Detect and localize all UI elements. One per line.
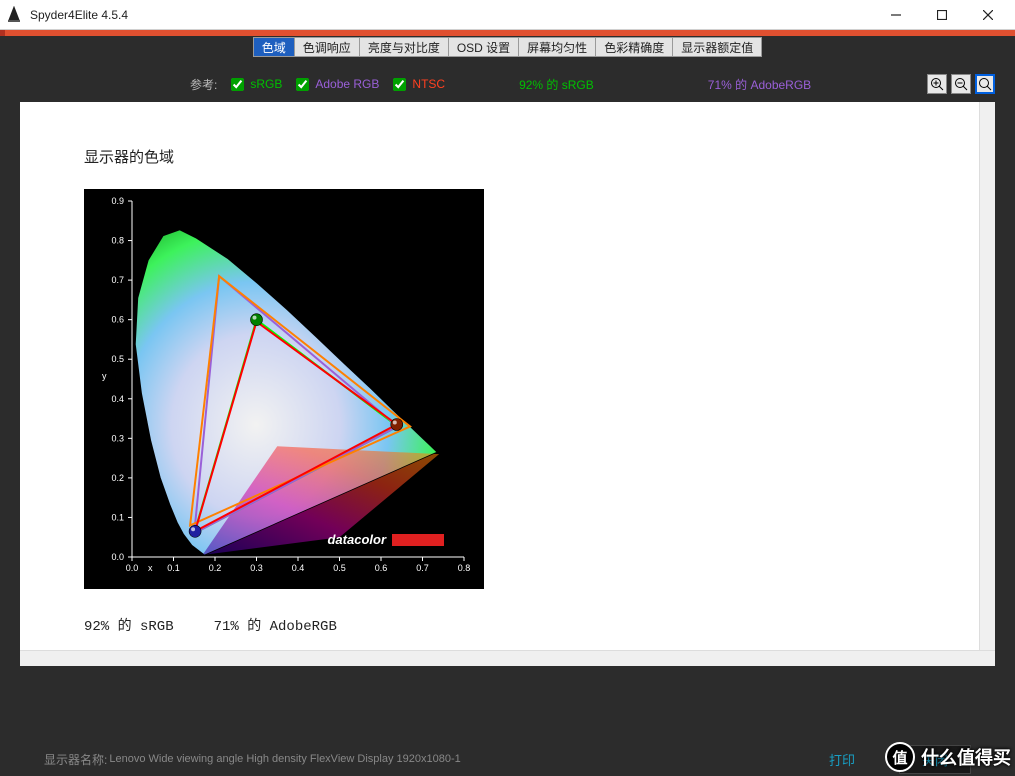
caption-adobergb: 71% 的 AdobeRGB [214,615,337,635]
checkbox-adobergb[interactable] [296,78,309,91]
reference-label: 参考: [190,76,217,93]
chart-title: 显示器的色域 [84,146,931,167]
checkbox-srgb[interactable] [231,78,244,91]
window-title: Spyder4Elite 4.5.4 [30,8,873,22]
zoom-out-button[interactable] [951,74,971,94]
svg-text:0.2: 0.2 [209,563,222,573]
svg-text:0.9: 0.9 [111,196,124,206]
app-body: 色域 色调响应 亮度与对比度 OSD 设置 屏幕均匀性 色彩精确度 显示器额定值… [0,36,1015,776]
svg-text:0.4: 0.4 [111,394,124,404]
label-adobergb: Adobe RGB [315,77,379,91]
brand-logo: datacolor [327,532,444,547]
minimize-button[interactable] [873,0,919,30]
tab-tone-response[interactable]: 色调响应 [294,37,359,57]
gamut-chart: 0.0 0.1 0.2 0.3 0.4 0.5 0.6 0.7 0.8 0.0 0.1 0.2 0.3 0… [84,189,484,589]
tab-color-accuracy[interactable]: 色彩精确度 [595,37,672,57]
stat-srgb: 92% 的 sRGB [519,76,594,93]
svg-text:0.3: 0.3 [250,563,263,573]
svg-text:0.3: 0.3 [111,433,124,443]
svg-text:0.5: 0.5 [333,563,346,573]
label-srgb: sRGB [250,77,282,91]
watermark: 值 什么值得买 [885,742,1011,772]
scrollbar-horizontal[interactable] [20,650,995,666]
zoom-in-button[interactable] [927,74,947,94]
svg-text:0.0: 0.0 [111,552,124,562]
status-bar: 显示器名称: Lenovo Wide viewing angle High de… [0,728,1015,776]
svg-text:0.5: 0.5 [111,354,124,364]
chart-caption: 92% 的 sRGB 71% 的 AdobeRGB [84,615,931,635]
svg-text:0.8: 0.8 [458,563,471,573]
svg-text:0.6: 0.6 [111,315,124,325]
zoom-fit-button[interactable] [975,74,995,94]
app-icon [4,5,24,25]
print-button[interactable]: 打印 [807,746,877,773]
tab-brightness-contrast[interactable]: 亮度与对比度 [359,37,448,57]
svg-text:0.1: 0.1 [111,512,124,522]
display-name-label: 显示器名称: [44,751,107,768]
svg-text:0.7: 0.7 [416,563,429,573]
display-name-value: Lenovo Wide viewing angle High density F… [109,753,460,765]
svg-text:0.2: 0.2 [111,473,124,483]
caption-srgb: 92% 的 sRGB [84,615,174,635]
content-panel: 显示器的色域 0.0 0.1 0.2 0.3 0.4 0.5 0.6 0.7 0.8 0.0 0.1… [20,102,995,666]
reference-bar: 参考: sRGB Adobe RGB NTSC 92% 的 sRGB 71% 的… [0,74,1015,94]
svg-text:x: x [148,563,153,573]
svg-text:0.4: 0.4 [292,563,305,573]
close-button[interactable] [965,0,1011,30]
tab-gamut[interactable]: 色域 [253,37,294,57]
tab-display-rating[interactable]: 显示器额定值 [672,37,762,57]
window-titlebar: Spyder4Elite 4.5.4 [0,0,1015,30]
scrollbar-vertical[interactable] [979,102,995,650]
maximize-button[interactable] [919,0,965,30]
checkbox-ntsc[interactable] [393,78,406,91]
zoom-group [927,74,995,94]
svg-text:y: y [102,371,107,381]
svg-text:0.7: 0.7 [111,275,124,285]
svg-text:0.6: 0.6 [375,563,388,573]
tab-osd-settings[interactable]: OSD 设置 [448,37,518,57]
stat-adobergb: 71% 的 AdobeRGB [708,76,811,93]
watermark-icon: 值 [885,742,915,772]
label-ntsc: NTSC [412,77,445,91]
tab-bar: 色域 色调响应 亮度与对比度 OSD 设置 屏幕均匀性 色彩精确度 显示器额定值 [0,36,1015,58]
svg-text:0.8: 0.8 [111,236,124,246]
tab-uniformity[interactable]: 屏幕均匀性 [518,37,595,57]
svg-text:0.1: 0.1 [167,563,180,573]
svg-text:0.0: 0.0 [126,563,139,573]
watermark-text: 什么值得买 [921,744,1011,770]
